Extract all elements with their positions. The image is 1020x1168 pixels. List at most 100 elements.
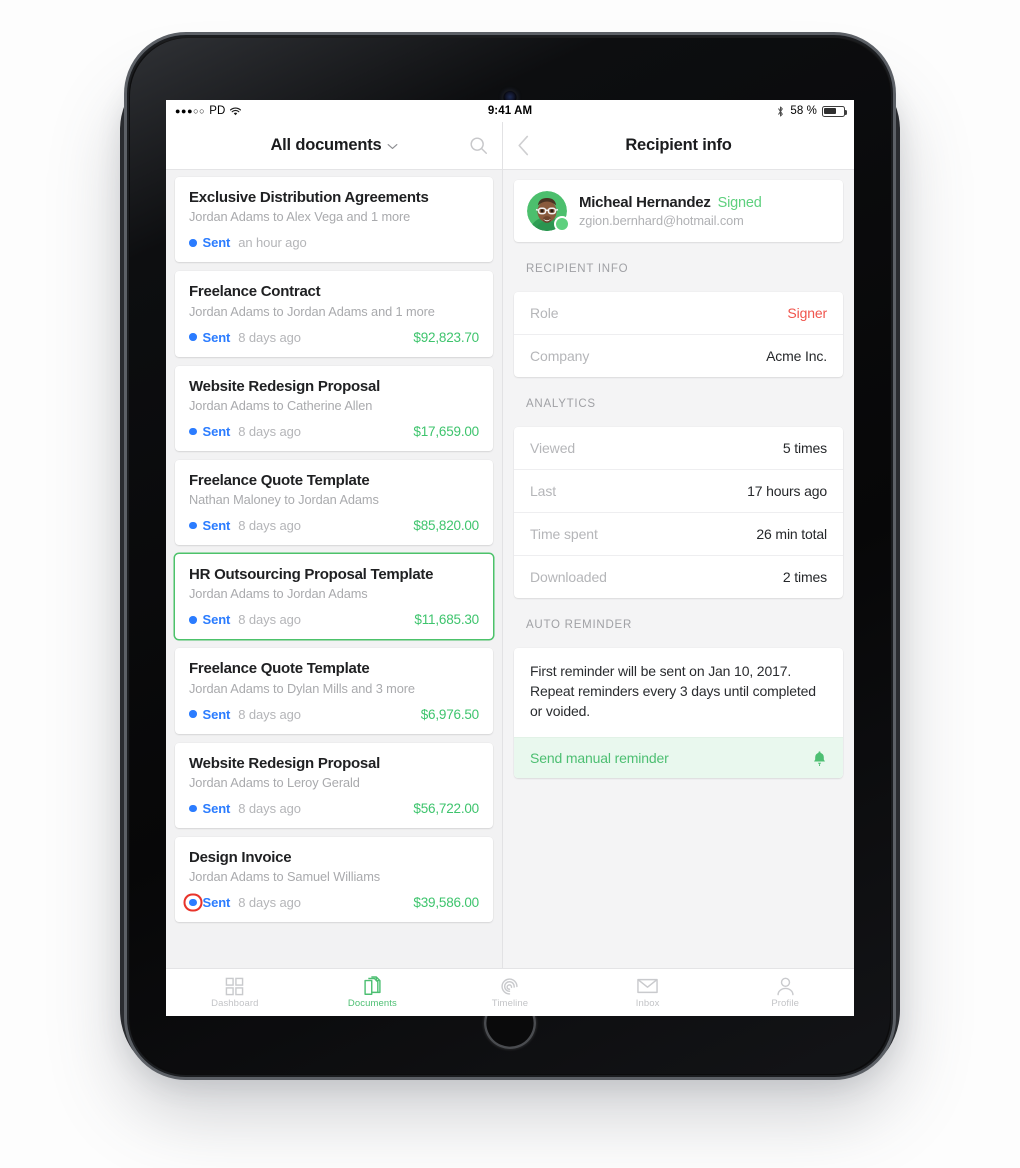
section-card: Viewed 5 times Last 17 hours ago Time spent 2… xyxy=(514,427,843,598)
document-card[interactable]: Website Redesign Proposal Jordan Adams to… xyxy=(175,365,493,451)
send-manual-reminder-button[interactable]: Send manual reminder xyxy=(514,736,843,778)
status-dot-icon xyxy=(189,804,197,812)
detail-sections: RECIPIENT INFO Role Signer Company Acme Inc.… xyxy=(503,252,854,598)
document-participants: Jordan Adams to Samuel Williams xyxy=(189,869,381,884)
document-card[interactable]: Freelance Quote Template Nathan Maloney t… xyxy=(175,459,493,545)
recipient-person-card[interactable]: Micheal Hernandez Signed zgion.bernhard@… xyxy=(514,180,843,242)
document-title: Website Redesign Proposal xyxy=(189,754,381,772)
documents-navbar: All documents xyxy=(166,122,502,170)
detail-row-value: 17 hours ago xyxy=(747,483,827,499)
document-time: 8 days ago xyxy=(238,518,301,533)
page-title: Recipient info xyxy=(625,136,732,154)
back-button[interactable] xyxy=(517,135,530,156)
detail-row-value: 26 min total xyxy=(756,526,827,542)
document-status: Sent xyxy=(202,423,231,439)
document-amount: $17,659.00 xyxy=(413,423,479,439)
tab-inbox[interactable]: Inbox xyxy=(579,976,717,1009)
status-bar-right: 58 % xyxy=(776,105,848,118)
documents-list[interactable]: Exclusive Distribution Agreements Jordan … xyxy=(166,170,502,968)
search-icon xyxy=(469,136,488,155)
document-time: 8 days ago xyxy=(238,612,301,628)
detail-row[interactable]: Last 17 hours ago xyxy=(514,470,843,513)
tab-dashboard[interactable]: Dashboard xyxy=(166,976,304,1009)
recipient-info-pane: Recipient info Micheal Hernandez Signed … xyxy=(503,122,854,968)
status-dot-icon xyxy=(189,333,197,341)
document-card[interactable]: Freelance Contract Jordan Adams to Jordan… xyxy=(175,271,493,357)
detail-row[interactable]: Company Acme Inc. xyxy=(514,335,843,377)
tab-label: Documents xyxy=(347,998,397,1009)
detail-row-key: Last xyxy=(530,483,557,499)
person-row: Micheal Hernandez Signed zgion.bernhard@… xyxy=(514,180,843,242)
document-participants: Jordan Adams to Leroy Gerald xyxy=(189,774,360,790)
chevron-down-icon xyxy=(387,139,398,153)
search-button[interactable] xyxy=(469,136,488,155)
detail-row[interactable]: Role Signer xyxy=(514,292,843,335)
status-dot-icon xyxy=(189,239,197,247)
document-status: Sent xyxy=(202,329,231,345)
document-card[interactable]: HR Outsourcing Proposal Template Jordan A… xyxy=(175,554,493,640)
section-heading: ANALYTICS xyxy=(526,398,596,410)
document-card[interactable]: Website Redesign Proposal Jordan Adams to… xyxy=(175,742,493,828)
document-amount: $6,976.50 xyxy=(420,706,479,722)
document-amount: $39,586.00 xyxy=(413,895,479,910)
documents-icon xyxy=(363,976,382,996)
person-email: zgion.bernhard@hotmail.com xyxy=(579,213,744,228)
document-title: Freelance Contract xyxy=(189,283,321,301)
split-view: All documents Exclusive Distribution Agr… xyxy=(166,122,854,968)
status-bar: ●●●○○ PD 9:41 AM 58 % xyxy=(166,100,854,122)
document-time: 8 days ago xyxy=(238,895,301,910)
person-text: Micheal Hernandez Signed zgion.bernhard@… xyxy=(579,194,762,228)
recipient-detail-scroll[interactable]: Micheal Hernandez Signed zgion.bernhard@… xyxy=(503,170,854,968)
detail-row-value: Signer xyxy=(787,305,827,321)
document-status: Sent xyxy=(202,518,231,533)
document-meta: Sent 8 days ago $11,685.30 xyxy=(189,612,479,627)
online-status-dot xyxy=(556,218,568,230)
bluetooth-icon xyxy=(776,105,785,118)
recipient-title-wrap: Recipient info xyxy=(503,136,854,155)
detail-row-key: Company xyxy=(530,348,590,364)
spiral-icon xyxy=(500,976,519,996)
detail-row[interactable]: Viewed 5 times xyxy=(514,427,843,470)
document-status: Sent xyxy=(202,612,231,628)
document-time: 8 days ago xyxy=(238,706,301,722)
section-heading: RECIPIENT INFO xyxy=(526,263,629,275)
document-title: Freelance Quote Template xyxy=(189,660,370,678)
tab-profile[interactable]: Profile xyxy=(716,976,854,1009)
scene: ●●●○○ PD 9:41 AM 58 % All documents Excl… xyxy=(0,0,1020,1168)
detail-row[interactable]: Time spent 26 min total xyxy=(514,513,843,556)
tab-label: Timeline xyxy=(491,998,529,1009)
detail-row-value: Acme Inc. xyxy=(766,348,827,364)
detail-row-value: 5 times xyxy=(782,440,827,456)
auto-reminder-heading: AUTO REMINDER xyxy=(526,619,633,631)
auto-reminder-text: First reminder will be sent on Jan 10, 2… xyxy=(530,663,816,719)
document-status: Sent xyxy=(202,235,231,251)
documents-filter-title[interactable]: All documents xyxy=(166,136,502,155)
envelope-icon xyxy=(637,976,658,996)
status-dot-icon xyxy=(189,427,197,435)
document-participants: Jordan Adams to Alex Vega and 1 more xyxy=(189,209,411,225)
document-card[interactable]: Exclusive Distribution Agreements Jordan … xyxy=(175,177,493,263)
person-name-row: Micheal Hernandez Signed xyxy=(579,194,762,211)
person-icon xyxy=(776,976,795,996)
document-participants: Nathan Maloney to Jordan Adams xyxy=(189,492,379,507)
document-amount: $11,685.30 xyxy=(414,612,479,628)
screen: ●●●○○ PD 9:41 AM 58 % All documents Excl… xyxy=(166,100,854,1016)
document-amount: $92,823.70 xyxy=(413,329,479,345)
document-meta: Sent 8 days ago $92,823.70 xyxy=(189,330,479,345)
grid-icon xyxy=(225,976,244,996)
status-dot-icon xyxy=(189,521,197,530)
bell-icon xyxy=(812,750,827,766)
document-title: HR Outsourcing Proposal Template xyxy=(189,566,434,583)
document-card[interactable]: Freelance Quote Template Jordan Adams to … xyxy=(175,648,493,734)
tab-timeline[interactable]: Timeline xyxy=(441,976,579,1009)
document-card[interactable]: Design Invoice Jordan Adams to Samuel Wil… xyxy=(175,836,493,922)
status-dot-icon xyxy=(189,616,197,624)
section-card: Role Signer Company Acme Inc. xyxy=(514,292,843,377)
document-meta: Sent 8 days ago $85,820.00 xyxy=(189,518,479,533)
detail-row[interactable]: Downloaded 2 times xyxy=(514,556,843,598)
document-time: an hour ago xyxy=(238,235,307,251)
document-meta: Sent 8 days ago $56,722.00 xyxy=(189,801,479,816)
carrier-label: PD xyxy=(209,105,226,117)
battery-icon xyxy=(822,105,848,117)
tab-documents[interactable]: Documents xyxy=(304,976,442,1009)
